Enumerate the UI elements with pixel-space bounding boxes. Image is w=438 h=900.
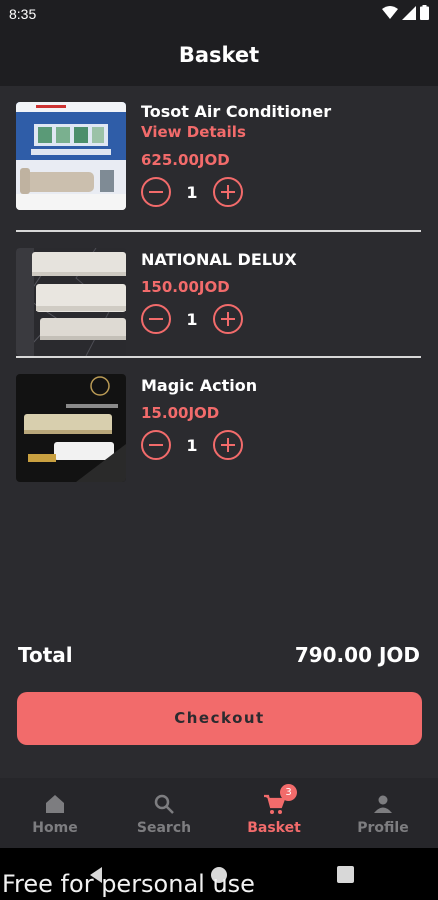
quantity-stepper: 1 [141,304,243,334]
search-icon [154,794,174,814]
nav-item-profile[interactable]: Profile [333,778,433,848]
increase-quantity-button[interactable] [213,430,243,460]
quantity-stepper: 1 [141,177,243,207]
bottom-nav: Home Search 3 Basket Profile [0,778,438,848]
wifi-icon [382,5,398,19]
item-divider [16,356,421,358]
decrease-quantity-button[interactable] [141,177,171,207]
item-price: 150.00JOD [141,278,230,296]
increase-quantity-button[interactable] [213,304,243,334]
basket-item: Magic Action 15.00JOD 1 [16,374,421,484]
product-image[interactable] [16,374,126,482]
nav-item-home[interactable]: Home [5,778,105,848]
quantity-value: 1 [186,309,198,329]
quantity-value: 1 [186,182,198,202]
signal-icon [402,5,416,20]
total-label: Total [18,643,73,667]
nav-label-profile: Profile [357,820,409,836]
decrease-quantity-button[interactable] [141,304,171,334]
nav-item-basket[interactable]: 3 Basket [224,778,324,848]
product-image[interactable] [16,102,126,210]
quantity-value: 1 [186,435,198,455]
decrease-quantity-button[interactable] [141,430,171,460]
battery-icon [420,5,429,20]
nav-item-search[interactable]: Search [114,778,214,848]
item-price: 625.00JOD [141,151,230,169]
minus-icon [149,318,163,320]
total-value: 790.00 JOD [294,643,420,667]
increase-quantity-button[interactable] [213,177,243,207]
cart-count-badge: 3 [280,784,297,801]
quantity-stepper: 1 [141,430,243,460]
item-name: Tosot Air Conditioner [141,102,332,121]
status-icons [382,5,429,20]
page-title: Basket [178,43,260,67]
nav-label-search: Search [136,820,192,836]
item-name: Magic Action [141,376,258,395]
item-divider [16,230,421,232]
view-details-link[interactable]: View Details [141,123,246,141]
app-bar: Basket [0,30,438,86]
recents-icon[interactable] [337,866,354,883]
item-price: 15.00JOD [141,404,220,422]
minus-icon [149,444,163,446]
minus-icon [149,191,163,193]
watermark: Free for personal use [2,870,255,898]
checkout-button[interactable]: Checkout [17,692,422,745]
basket-item: NATIONAL DELUX 150.00JOD 1 [16,248,421,358]
person-icon [374,795,392,813]
nav-label-home: Home [32,820,78,836]
status-time: 8:35 [9,6,37,22]
item-name: NATIONAL DELUX [141,250,297,269]
nav-label-basket: Basket [247,820,301,836]
home-icon [46,795,64,813]
status-bar: 8:35 [0,0,438,30]
basket-item: Tosot Air Conditioner View Details 625.0… [16,102,421,212]
product-image[interactable] [16,248,126,356]
